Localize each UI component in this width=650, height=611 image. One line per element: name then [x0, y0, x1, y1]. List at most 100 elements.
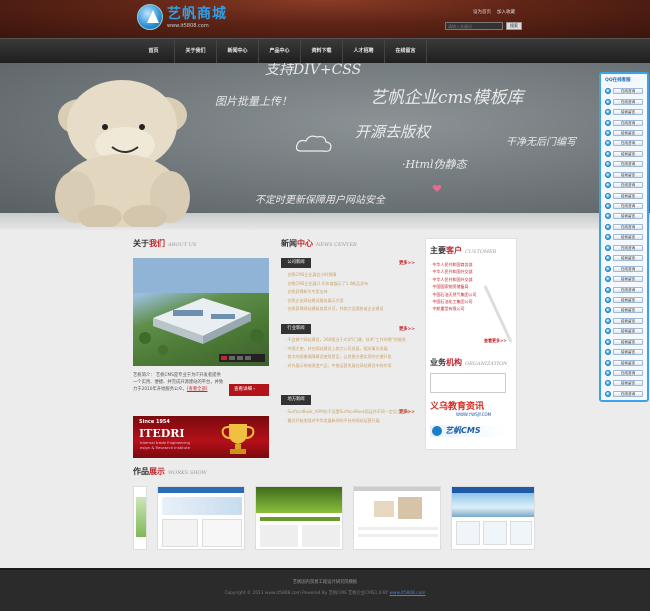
qq-contact-label[interactable]: 在线咨询 — [613, 286, 643, 293]
site-logo[interactable]: 艺帆商城 www.it5808.com — [137, 4, 227, 30]
qq-contact-label[interactable]: 在线咨询 — [613, 140, 643, 147]
qq-contact-label[interactable]: 在线咨询 — [613, 370, 643, 377]
qq-contact-label[interactable]: 给我留言 — [613, 338, 643, 345]
set-homepage-link[interactable]: 设为首页 — [473, 9, 491, 15]
qq-contact-item[interactable]: 在线咨询 — [601, 389, 647, 399]
industry-news-more-link[interactable]: 更多>> — [399, 326, 415, 332]
qq-contact-item[interactable]: 给我留言 — [601, 253, 647, 263]
qq-contact-item[interactable]: 给我留言 — [601, 232, 647, 242]
list-item[interactable]: 不会做个网站建设，260相当于大学5门课，技术“工作时期”的服务 — [285, 336, 413, 345]
list-item[interactable]: 中华人民共和国外交部 — [430, 268, 477, 275]
qq-contact-item[interactable]: 在线咨询 — [601, 86, 647, 96]
qq-contact-item[interactable]: 给我留言 — [601, 274, 647, 284]
list-item[interactable]: 中国国家物资储备局 — [430, 283, 477, 290]
tab-industry-news[interactable]: 行业新闻 — [281, 324, 311, 334]
qq-contact-item[interactable]: 在线咨询 — [601, 243, 647, 253]
work-thumbnail[interactable] — [133, 486, 147, 550]
qq-contact-label[interactable]: 给我留言 — [613, 307, 643, 314]
list-item[interactable]: 艺帆获得网站模板商用许可，并助力全国各省企业建设 — [285, 305, 413, 314]
list-item[interactable]: 中华人民共和国商务部 — [430, 261, 477, 268]
qq-contact-label[interactable]: 给我留言 — [613, 129, 643, 136]
qq-contact-item[interactable]: 给我留言 — [601, 316, 647, 326]
nav-item-news[interactable]: 新闻中心 — [217, 39, 259, 64]
qq-contact-item[interactable]: 给我留言 — [601, 357, 647, 367]
qq-contact-item[interactable]: 给我留言 — [601, 211, 647, 221]
qq-contact-item[interactable]: 给我留言 — [601, 337, 647, 347]
qq-contact-label[interactable]: 在线咨询 — [613, 119, 643, 126]
qq-contact-label[interactable]: 给我留言 — [613, 359, 643, 366]
about-more-link[interactable]: [查看全部] — [187, 387, 208, 392]
qq-contact-item[interactable]: 在线咨询 — [601, 368, 647, 378]
qq-contact-label[interactable]: 给我留言 — [613, 109, 643, 116]
list-item[interactable]: 艺帆获得新华专家支持 — [285, 288, 413, 297]
qq-contact-item[interactable]: 在线咨询 — [601, 180, 647, 190]
qq-contact-label[interactable]: 在线咨询 — [613, 390, 643, 397]
qq-contact-item[interactable]: 给我留言 — [601, 170, 647, 180]
list-item[interactable]: 对外展示系统改造产品，中推运营发展在网站建设中的作用 — [285, 362, 413, 371]
nav-item-message[interactable]: 在线留言 — [385, 39, 427, 64]
qq-contact-label[interactable]: 给我留言 — [613, 234, 643, 241]
qq-contact-label[interactable]: 在线咨询 — [613, 244, 643, 251]
work-thumbnail[interactable] — [353, 486, 441, 550]
qq-contact-item[interactable]: 给我留言 — [601, 295, 647, 305]
qq-contact-item[interactable]: 在线咨询 — [601, 117, 647, 127]
list-item[interactable]: 艺帆CMS企业展会小时保障 — [285, 271, 413, 280]
qq-contact-label[interactable]: 给我留言 — [613, 276, 643, 283]
work-thumbnail[interactable] — [451, 486, 535, 550]
qq-contact-item[interactable]: 给我留言 — [601, 107, 647, 117]
qq-contact-label[interactable]: 给我留言 — [613, 255, 643, 262]
company-news-more-link[interactable]: 更多>> — [399, 260, 415, 266]
qq-contact-label[interactable]: 给我留言 — [613, 328, 643, 335]
list-item[interactable]: 中航重型有限公司 — [430, 305, 477, 312]
qq-contact-label[interactable]: 在线咨询 — [613, 98, 643, 105]
nav-item-downloads[interactable]: 资料下载 — [301, 39, 343, 64]
qq-contact-item[interactable]: 在线咨询 — [601, 222, 647, 232]
list-item[interactable]: 艺帆企业网站建设服务展示方案 — [285, 297, 413, 306]
qq-contact-label[interactable]: 给我留言 — [613, 150, 643, 157]
list-item[interactable]: 最近开始加强对中华发展新闻的平台的网站运营开展 — [285, 417, 413, 426]
qq-contact-label[interactable]: 在线咨询 — [613, 203, 643, 210]
qq-contact-item[interactable]: 给我留言 — [601, 378, 647, 388]
search-input[interactable] — [445, 22, 503, 30]
list-item[interactable]: 中华人民共和国外交部 — [430, 276, 477, 283]
qq-contact-item[interactable]: 给我留言 — [601, 326, 647, 336]
qq-contact-item[interactable]: 在线咨询 — [601, 201, 647, 211]
list-item[interactable]: 中国石油化工集团公司 — [430, 298, 477, 305]
qq-contact-label[interactable]: 在线咨询 — [613, 182, 643, 189]
qq-contact-item[interactable]: 在线咨询 — [601, 96, 647, 106]
qq-contact-item[interactable]: 在线咨询 — [601, 263, 647, 273]
tab-local-news[interactable]: 地方新闻 — [281, 395, 311, 405]
work-thumbnail[interactable] — [157, 486, 245, 550]
qq-contact-item[interactable]: 给我留言 — [601, 347, 647, 357]
work-thumbnail[interactable] — [255, 486, 343, 550]
itedri-badge[interactable]: Since 1954 ITEDRI Internal trade Enginee… — [133, 416, 269, 458]
list-item[interactable]: 首次的图像保障建设使用是否，让其更方便实用的方便开发 — [285, 353, 413, 362]
list-item[interactable]: 中国石油天然气集团公司 — [430, 291, 477, 298]
qq-contact-label[interactable]: 给我留言 — [613, 296, 643, 303]
nav-item-about[interactable]: 关于我们 — [175, 39, 217, 64]
org-logo-cms[interactable]: 艺帆CMS — [430, 425, 508, 437]
qq-contact-item[interactable]: 在线咨询 — [601, 138, 647, 148]
org-logo-yiwu[interactable]: 义乌教育资讯 WWW.YWSJY.COM — [430, 399, 491, 417]
qq-contact-item[interactable]: 在线咨询 — [601, 284, 647, 294]
qq-contact-item[interactable]: 给我留言 — [601, 190, 647, 200]
qq-contact-item[interactable]: 在线咨询 — [601, 159, 647, 169]
nav-item-products[interactable]: 产品中心 — [259, 39, 301, 64]
nav-item-jobs[interactable]: 人才招聘 — [343, 39, 385, 64]
qq-contact-label[interactable]: 给我留言 — [613, 349, 643, 356]
nav-item-home[interactable]: 首页 — [133, 39, 175, 64]
qq-contact-label[interactable]: 在线咨询 — [613, 161, 643, 168]
qq-contact-label[interactable]: 在线咨询 — [613, 88, 643, 95]
list-item[interactable]: 艺帆CMS企业展(1.0)年度展示了1.0新品发布 — [285, 280, 413, 289]
qq-contact-item[interactable]: 给我留言 — [601, 128, 647, 138]
qq-contact-label[interactable]: 给我留言 — [613, 213, 643, 220]
list-item[interactable]: 中国大使，并在网站建设上助力公司发展，相关事业发展 — [285, 345, 413, 354]
qq-contact-label[interactable]: 给我留言 — [613, 317, 643, 324]
qq-contact-label[interactable]: 给我留言 — [613, 192, 643, 199]
list-item[interactable]: SurfaceBook_ARM处于设置SurfaceBook而运作不同一定设立领… — [285, 408, 413, 417]
clients-more-link[interactable]: 查看更多>> — [484, 338, 507, 344]
qq-contact-label[interactable]: 给我留言 — [613, 171, 643, 178]
tab-company-news[interactable]: 公司新闻 — [281, 258, 311, 268]
view-detail-button[interactable]: 查看详细 › — [229, 384, 269, 396]
search-button[interactable]: 搜索 — [506, 22, 522, 30]
